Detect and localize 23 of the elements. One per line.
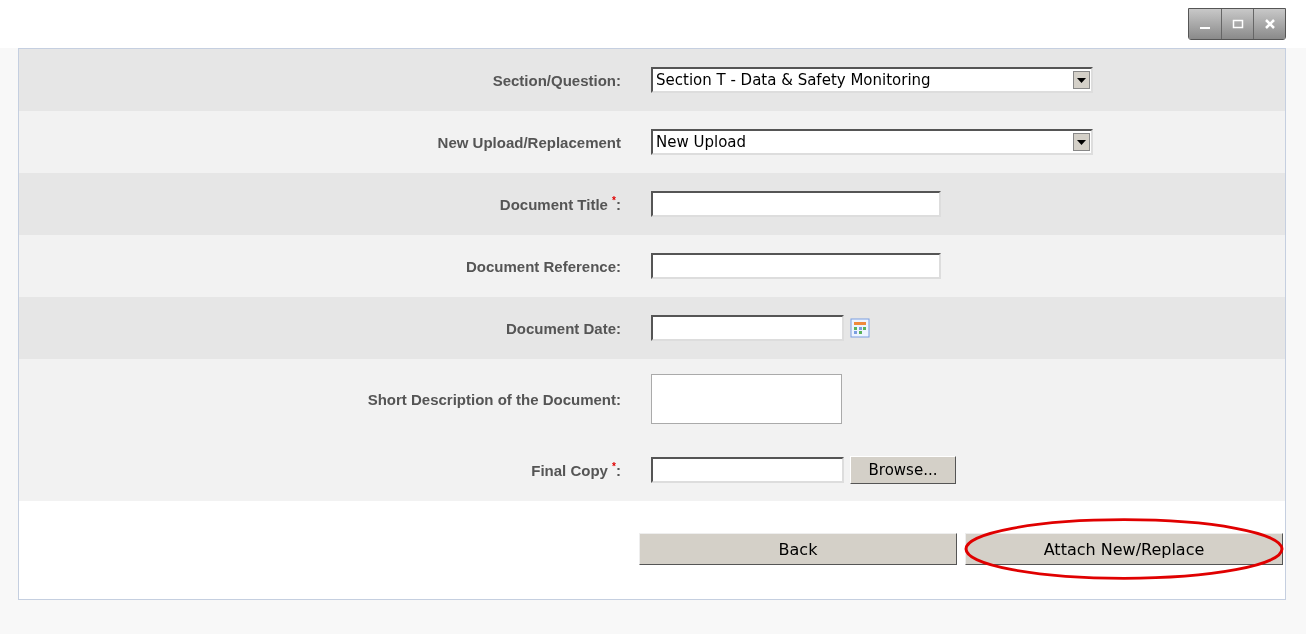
close-button[interactable] bbox=[1253, 9, 1285, 39]
maximize-button[interactable] bbox=[1221, 9, 1253, 39]
field-label: Document Reference: bbox=[464, 257, 622, 275]
field-label: New Upload/Replacement bbox=[436, 133, 622, 151]
minimize-button[interactable] bbox=[1189, 9, 1221, 39]
field-label: Section/Question: bbox=[491, 71, 622, 89]
close-icon bbox=[1263, 18, 1276, 30]
minimize-icon bbox=[1200, 27, 1210, 29]
dropdown[interactable]: Section T - Data & Safety Monitoring bbox=[651, 67, 1093, 93]
text-field[interactable] bbox=[651, 191, 941, 217]
action-button[interactable]: Attach New/Replace bbox=[965, 533, 1283, 565]
file-path-field[interactable] bbox=[651, 457, 844, 483]
action-button[interactable]: Back bbox=[639, 533, 957, 565]
text-field[interactable] bbox=[651, 253, 941, 279]
field-label: Document Date: bbox=[505, 319, 622, 337]
field-label: Short Description of the Document: bbox=[366, 390, 622, 408]
field-label: Final Copy $^{*}$: bbox=[530, 461, 622, 479]
dropdown[interactable]: New Upload bbox=[651, 129, 1093, 155]
browse-button[interactable]: Browse... bbox=[850, 456, 956, 484]
maximize-icon bbox=[1231, 18, 1244, 30]
field-label: Document Title $^{*}$: bbox=[498, 195, 622, 213]
description-field[interactable] bbox=[651, 374, 842, 424]
date-field[interactable] bbox=[651, 315, 844, 341]
